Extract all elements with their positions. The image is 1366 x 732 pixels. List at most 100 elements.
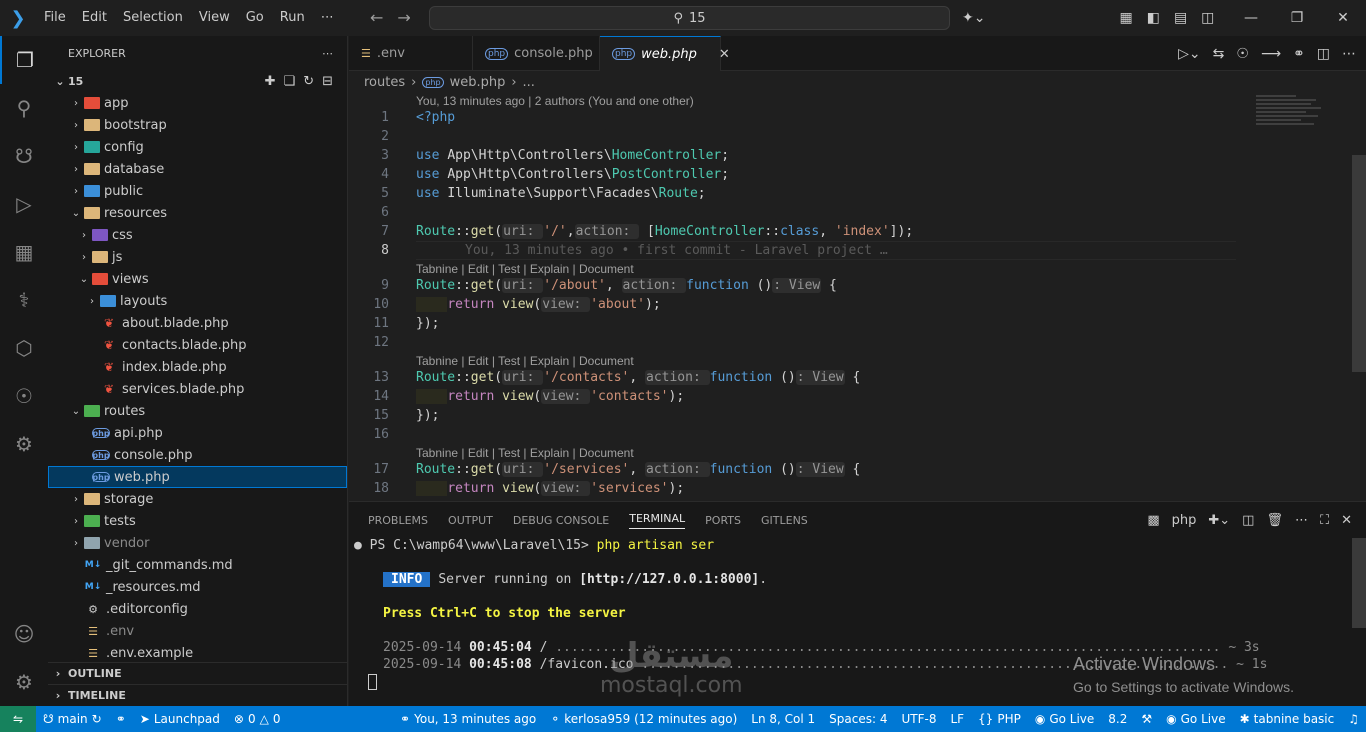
- terminal-shell-label[interactable]: php: [1172, 513, 1197, 528]
- git-graph-icon[interactable]: ⚙: [0, 420, 48, 468]
- testing-icon[interactable]: ⚕: [0, 276, 48, 324]
- remote-indicator-icon[interactable]: ⇋: [0, 706, 36, 732]
- tree-item[interactable]: › js: [48, 246, 347, 268]
- manage-gear-icon[interactable]: ⚙: [0, 658, 48, 706]
- tree-item[interactable]: › css: [48, 224, 347, 246]
- toggle-sidebar-icon[interactable]: ◧: [1147, 10, 1160, 26]
- tree-item[interactable]: ❦ index.blade.php: [48, 356, 347, 378]
- tab-env[interactable]: ☰ .env: [349, 36, 473, 71]
- extensions-icon[interactable]: ▦: [0, 228, 48, 276]
- menu-view[interactable]: View: [191, 0, 238, 36]
- end-of-line[interactable]: LF: [943, 712, 971, 726]
- forward-arrow-icon[interactable]: →: [397, 8, 410, 27]
- tree-item[interactable]: ❦ services.blade.php: [48, 378, 347, 400]
- launchpad-status[interactable]: ➤ Launchpad: [133, 712, 227, 726]
- new-folder-icon[interactable]: ❏: [284, 74, 296, 89]
- tree-item[interactable]: › layouts: [48, 290, 347, 312]
- breadcrumb-symbol[interactable]: ...: [523, 75, 535, 90]
- tree-item[interactable]: › database: [48, 158, 347, 180]
- new-file-icon[interactable]: ✚: [265, 74, 276, 89]
- gitlens-inspect-icon[interactable]: ⚭: [1293, 46, 1305, 62]
- notifications-bell-icon[interactable]: ♫: [1341, 712, 1366, 726]
- tree-item[interactable]: › vendor: [48, 532, 347, 554]
- terminal-scrollbar[interactable]: [1352, 538, 1366, 628]
- php-version[interactable]: 8.2: [1101, 712, 1134, 726]
- editor-scrollbar[interactable]: [1352, 155, 1366, 372]
- tree-item[interactable]: ⌄ routes: [48, 400, 347, 422]
- collapse-all-icon[interactable]: ⊟: [322, 74, 333, 89]
- minimap[interactable]: [1256, 93, 1336, 143]
- codelens-tabnine[interactable]: Tabnine | Edit | Test | Explain | Docume…: [416, 261, 634, 277]
- maximize-panel-icon[interactable]: ⛶: [1320, 513, 1329, 528]
- go-live-status-1[interactable]: ◉ Go Live: [1028, 712, 1101, 726]
- tree-item[interactable]: › public: [48, 180, 347, 202]
- minimize-icon[interactable]: —: [1228, 0, 1274, 36]
- tree-item[interactable]: php console.php: [48, 444, 347, 466]
- tab-output[interactable]: OUTPUT: [448, 514, 493, 527]
- back-arrow-icon[interactable]: ←: [370, 8, 383, 27]
- close-panel-icon[interactable]: ✕: [1341, 513, 1352, 528]
- codelens-tabnine[interactable]: Tabnine | Edit | Test | Explain | Docume…: [416, 353, 634, 369]
- php-tools-icon[interactable]: ⚒: [1134, 712, 1159, 726]
- close-window-icon[interactable]: ✕: [1320, 0, 1366, 36]
- tree-item[interactable]: › bootstrap: [48, 114, 347, 136]
- menu-file[interactable]: File: [36, 0, 74, 36]
- kill-terminal-icon[interactable]: 🗑: [1266, 513, 1283, 528]
- more-panel-actions-icon[interactable]: ⋯: [1295, 513, 1308, 528]
- code-editor[interactable]: You, 13 minutes ago | 2 authors (You and…: [349, 93, 1366, 501]
- restore-icon[interactable]: ❐: [1274, 0, 1320, 36]
- remote-explorer-icon[interactable]: ⬡: [0, 324, 48, 372]
- tree-item[interactable]: ⚙ .editorconfig: [48, 598, 347, 620]
- new-terminal-icon[interactable]: ✚⌄: [1208, 513, 1230, 528]
- workspace-root[interactable]: ⌄ 15 ✚ ❏ ↻ ⊟: [48, 70, 347, 92]
- author-status[interactable]: ⚬ kerlosa959 (12 minutes ago): [543, 712, 744, 726]
- tree-item[interactable]: › config: [48, 136, 347, 158]
- indentation[interactable]: Spaces: 4: [822, 712, 894, 726]
- tab-terminal[interactable]: TERMINAL: [629, 512, 686, 529]
- tree-item[interactable]: M↓ _git_commands.md: [48, 554, 347, 576]
- timeline-section[interactable]: › TIMELINE: [48, 684, 348, 706]
- search-view-icon[interactable]: ⚲: [0, 84, 48, 132]
- menu-go[interactable]: Go: [238, 0, 272, 36]
- git-graph-status-icon[interactable]: ⚭: [109, 712, 133, 726]
- tree-item[interactable]: ⌄ resources: [48, 202, 347, 224]
- customize-layout-icon[interactable]: ▦: [1119, 10, 1132, 26]
- menu-edit[interactable]: Edit: [74, 0, 115, 36]
- tree-item[interactable]: php web.php: [48, 466, 347, 488]
- tab-debug-console[interactable]: DEBUG CONSOLE: [513, 514, 609, 527]
- blame-status[interactable]: ⚭ You, 13 minutes ago: [393, 712, 543, 726]
- tab-problems[interactable]: PROBLEMS: [368, 514, 428, 527]
- tree-item[interactable]: ⌄ views: [48, 268, 347, 290]
- tree-item[interactable]: › storage: [48, 488, 347, 510]
- encoding[interactable]: UTF-8: [894, 712, 943, 726]
- previous-change-icon[interactable]: ☉: [1236, 46, 1249, 62]
- tab-gitlens[interactable]: GITLENS: [761, 514, 808, 527]
- tab-web-php[interactable]: php web.php ✕: [600, 36, 730, 71]
- tab-console-php[interactable]: php console.php: [473, 36, 600, 71]
- refresh-icon[interactable]: ↻: [303, 74, 314, 89]
- tree-item[interactable]: ❦ contacts.blade.php: [48, 334, 347, 356]
- split-editor-icon[interactable]: ◫: [1317, 46, 1330, 62]
- open-changes-icon[interactable]: ⇆: [1213, 46, 1225, 62]
- run-icon[interactable]: ▷⌄: [1178, 46, 1201, 62]
- split-terminal-icon[interactable]: ◫: [1242, 513, 1254, 528]
- more-editor-actions-icon[interactable]: ⋯: [1342, 46, 1356, 62]
- go-live-status-2[interactable]: ◉ Go Live: [1159, 712, 1232, 726]
- toggle-secondary-sidebar-icon[interactable]: ◫: [1201, 10, 1214, 26]
- close-tab-icon[interactable]: ✕: [719, 47, 730, 62]
- menu-selection[interactable]: Selection: [115, 0, 191, 36]
- accounts-icon[interactable]: ☺: [0, 610, 48, 658]
- run-debug-icon[interactable]: ▷: [0, 180, 48, 228]
- tree-item[interactable]: ☰ .env.example: [48, 642, 347, 664]
- tree-item[interactable]: › app: [48, 92, 347, 114]
- problems-status[interactable]: ⊗ 0 △ 0: [227, 712, 288, 726]
- more-actions-icon[interactable]: ⋯: [322, 47, 333, 60]
- tree-item[interactable]: › tests: [48, 510, 347, 532]
- tree-item[interactable]: M↓ _resources.md: [48, 576, 347, 598]
- menu-run[interactable]: Run: [272, 0, 313, 36]
- tabnine-status[interactable]: ✱ tabnine basic: [1233, 712, 1342, 726]
- explorer-icon[interactable]: ❐: [0, 36, 48, 84]
- source-control-icon[interactable]: ☋: [0, 132, 48, 180]
- tree-item[interactable]: ❦ about.blade.php: [48, 312, 347, 334]
- toggle-panel-icon[interactable]: ▤: [1174, 10, 1187, 26]
